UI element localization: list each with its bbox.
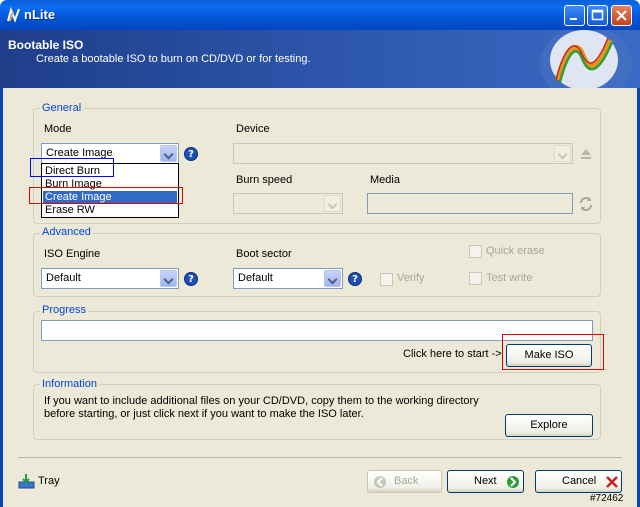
chevron-down-icon[interactable] <box>160 270 177 287</box>
progress-group-title: Progress <box>40 304 89 316</box>
chevron-down-icon[interactable] <box>324 195 341 212</box>
back-arrow-icon <box>374 476 386 488</box>
test-write-label: Test write <box>486 272 533 284</box>
question-icon[interactable]: ? <box>184 147 198 161</box>
test-write-checkbox[interactable] <box>469 272 482 285</box>
chevron-down-icon[interactable] <box>554 145 571 162</box>
watermark: #72462 <box>590 493 624 504</box>
annotation-red-box <box>502 334 604 370</box>
quick-erase-checkbox[interactable] <box>469 245 482 258</box>
general-group-title: General <box>40 102 84 114</box>
burn-speed-dropdown[interactable] <box>233 193 343 214</box>
annotation-red-box <box>29 187 183 204</box>
nlite-logo-icon <box>7 7 20 23</box>
back-label: Back <box>394 475 419 487</box>
annotation-blue-box <box>30 158 114 177</box>
cancel-label: Cancel <box>562 475 597 487</box>
iso-engine-label: ISO Engine <box>44 248 101 260</box>
boot-sector-label: Boot sector <box>236 248 292 260</box>
burn-speed-label: Burn speed <box>236 174 293 186</box>
boot-sector-value: Default <box>238 272 273 284</box>
close-button[interactable] <box>611 5 632 26</box>
minimize-button[interactable] <box>564 5 585 26</box>
device-label: Device <box>236 123 270 135</box>
media-label: Media <box>370 174 400 186</box>
iso-engine-value: Default <box>46 272 81 284</box>
start-hint: Click here to start -> <box>403 348 502 360</box>
chevron-down-icon[interactable] <box>324 270 341 287</box>
eject-icon[interactable] <box>578 146 594 162</box>
advanced-group-title: Advanced <box>40 226 93 238</box>
iso-engine-dropdown[interactable]: Default <box>41 268 179 289</box>
back-button[interactable]: Back <box>367 470 442 493</box>
x-icon <box>606 476 618 488</box>
boot-sector-dropdown[interactable]: Default <box>233 268 343 289</box>
question-icon[interactable]: ? <box>184 272 198 286</box>
maximize-icon <box>591 9 604 21</box>
nlite-logo-icon <box>540 30 632 88</box>
tray-label: Tray <box>38 475 60 487</box>
media-field[interactable] <box>367 193 573 214</box>
cancel-button[interactable]: Cancel <box>535 470 622 493</box>
information-group-title: Information <box>40 378 100 390</box>
next-arrow-icon <box>507 476 519 488</box>
mode-label: Mode <box>44 123 72 135</box>
quick-erase-label: Quick erase <box>486 245 545 257</box>
window-title: nLite <box>24 7 56 22</box>
title-bar: nLite <box>0 0 640 30</box>
verify-checkbox[interactable] <box>380 273 393 286</box>
chevron-down-icon[interactable] <box>160 145 177 162</box>
tray-icon <box>18 474 35 489</box>
verify-label: Verify <box>397 272 425 284</box>
mode-option-erase-rw[interactable]: Erase RW <box>43 204 177 217</box>
next-button[interactable]: Next <box>447 470 524 493</box>
refresh-icon[interactable] <box>577 195 595 213</box>
explore-button[interactable]: Explore <box>505 414 593 437</box>
page-title: Bootable ISO <box>8 38 84 52</box>
question-icon[interactable]: ? <box>348 272 362 286</box>
minimize-icon <box>570 18 577 20</box>
next-label: Next <box>474 475 497 487</box>
close-icon <box>616 10 627 21</box>
page-subtitle: Create a bootable ISO to burn on CD/DVD … <box>36 53 311 65</box>
information-text: If you want to include additional files … <box>44 395 479 420</box>
maximize-button[interactable] <box>587 5 608 26</box>
device-dropdown[interactable] <box>233 143 573 164</box>
footer-divider <box>18 457 622 458</box>
